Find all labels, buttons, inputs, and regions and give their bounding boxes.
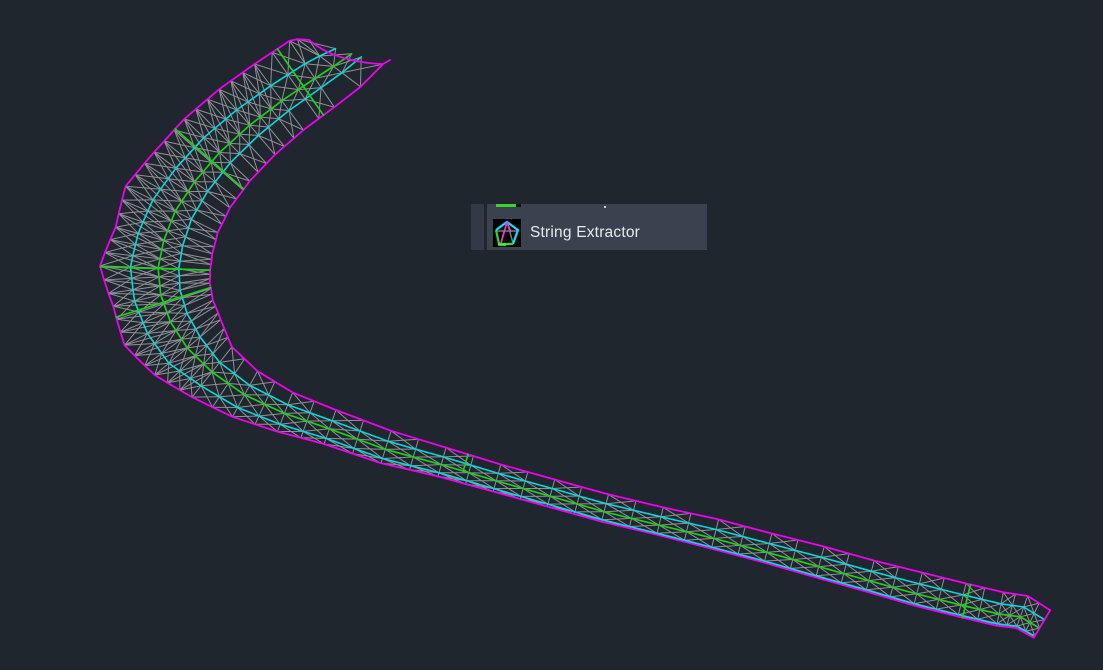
green-section-lines [99,48,972,619]
tin-triangulation-lines [99,38,1045,639]
corridor-surface[interactable] [99,38,1052,639]
menu-item-string-extractor[interactable]: String Extractor [487,215,707,250]
model-space-canvas[interactable] [0,0,1103,670]
menu-item-label: String Extractor [530,223,641,241]
partial-icon-shadow-fragment [516,204,521,207]
cursor-pixel-dot [604,206,606,208]
application-window: String Extractor [0,0,1103,670]
string-extractor-icon [493,218,521,247]
partial-icon-fragment-above [496,204,516,207]
toolbar-rail [471,204,484,250]
string-extractor-flyout: String Extractor [487,204,707,250]
